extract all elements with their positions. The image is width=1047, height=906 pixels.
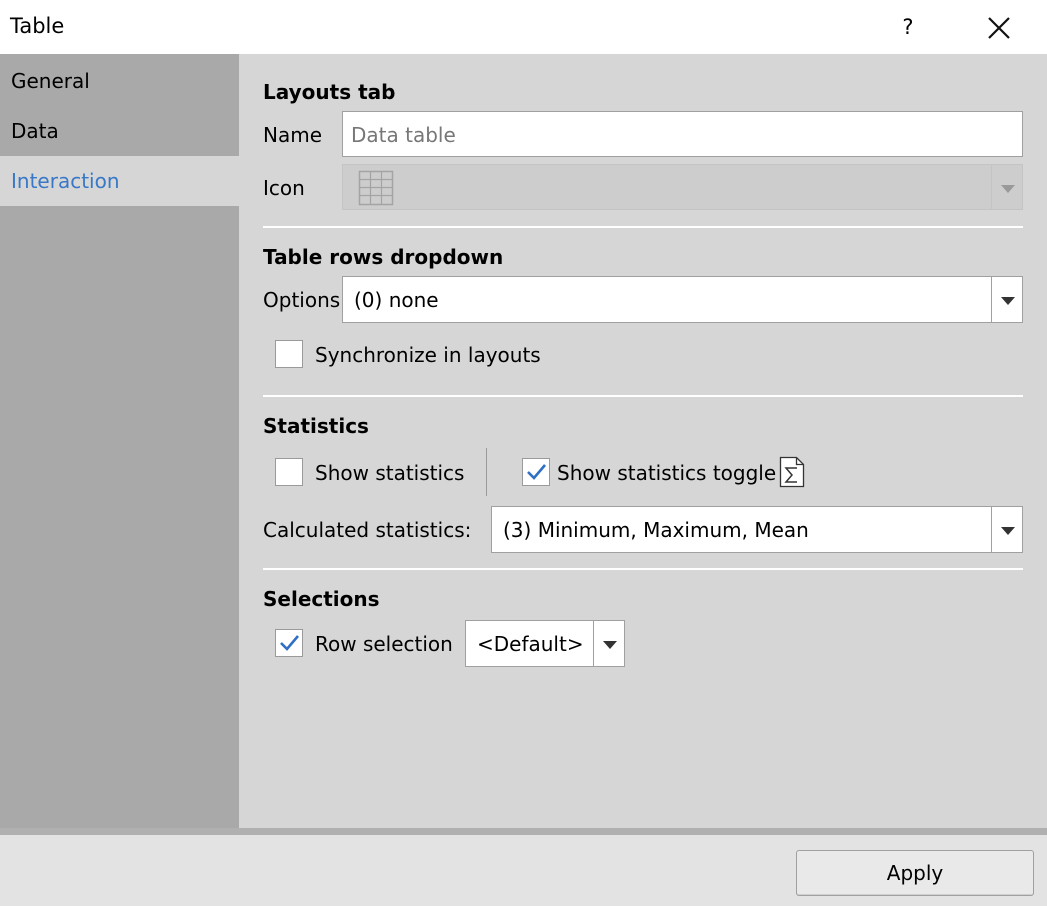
close-icon (988, 17, 1010, 39)
chevron-down-icon (1001, 185, 1015, 193)
sigma-icon (779, 456, 805, 488)
sidebar-item-general[interactable]: General (0, 56, 239, 106)
options-dropdown-value: (0) none (354, 288, 439, 312)
vertical-divider (486, 448, 487, 496)
section-divider (263, 226, 1023, 228)
name-input-placeholder: Data table (351, 123, 456, 147)
row-selection-dropdown-button[interactable] (593, 621, 624, 666)
section-divider (263, 395, 1023, 397)
chevron-down-icon (1001, 527, 1015, 535)
calculated-statistics-dropdown[interactable]: (3) Minimum, Maximum, Mean (491, 506, 1023, 553)
options-dropdown[interactable]: (0) none (342, 276, 1023, 323)
show-statistics-toggle-checkbox[interactable] (522, 458, 550, 486)
chevron-down-icon (1001, 297, 1015, 305)
window-title: Table (10, 14, 65, 38)
options-label: Options (263, 288, 341, 312)
show-statistics-toggle-label: Show statistics toggle (557, 461, 777, 485)
section-divider (263, 568, 1023, 570)
help-button[interactable]: ? (893, 8, 923, 46)
row-selection-dropdown[interactable]: <Default> (465, 620, 625, 667)
row-selection-label: Row selection (315, 632, 453, 656)
table-grid-icon (358, 170, 394, 206)
synchronize-label: Synchronize in layouts (315, 343, 541, 367)
options-dropdown-button[interactable] (991, 277, 1022, 322)
name-label: Name (263, 123, 323, 147)
chevron-down-icon (603, 641, 617, 649)
apply-button[interactable]: Apply (796, 850, 1034, 896)
sidebar-item-interaction[interactable]: Interaction (0, 156, 239, 206)
calculated-statistics-value: (3) Minimum, Maximum, Mean (503, 518, 809, 542)
icon-label: Icon (263, 176, 305, 200)
icon-dropdown[interactable] (342, 164, 1023, 210)
row-selection-value: <Default> (477, 632, 584, 656)
section-heading-statistics: Statistics (263, 414, 369, 438)
show-statistics-checkbox[interactable] (275, 458, 303, 486)
close-button[interactable] (979, 8, 1019, 48)
content-bottom-border (0, 828, 1047, 835)
title-bar: Table ? (0, 0, 1047, 54)
sidebar-item-data[interactable]: Data (0, 106, 239, 156)
checkmark-icon (280, 635, 299, 651)
show-statistics-label: Show statistics (315, 461, 465, 485)
calculated-statistics-dropdown-button[interactable] (991, 507, 1022, 552)
sidebar: General Data Interaction (0, 54, 239, 832)
checkmark-icon (527, 464, 546, 480)
section-heading-selections: Selections (263, 587, 380, 611)
icon-dropdown-button[interactable] (991, 165, 1022, 209)
name-input[interactable]: Data table (342, 111, 1023, 157)
section-heading-table-rows: Table rows dropdown (263, 245, 504, 269)
synchronize-checkbox[interactable] (275, 340, 303, 368)
row-selection-checkbox[interactable] (275, 629, 303, 657)
section-heading-layouts-tab: Layouts tab (263, 80, 396, 104)
calculated-statistics-label: Calculated statistics: (263, 518, 472, 542)
